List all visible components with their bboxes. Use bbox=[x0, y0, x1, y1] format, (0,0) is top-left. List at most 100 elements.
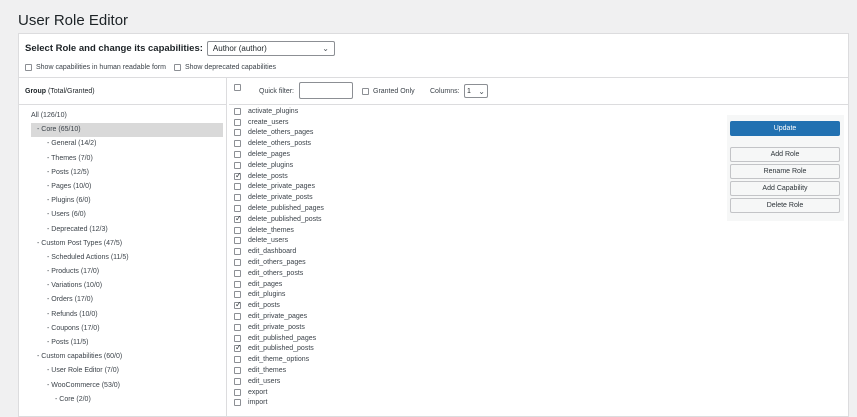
capability-item[interactable]: edit_private_pages bbox=[234, 311, 324, 322]
capability-checkbox[interactable] bbox=[234, 171, 242, 180]
capability-checkbox[interactable] bbox=[234, 356, 241, 364]
capability-item[interactable]: edit_plugins bbox=[234, 290, 324, 301]
quick-filter-input[interactable] bbox=[299, 82, 353, 99]
capability-item[interactable]: delete_pages bbox=[234, 149, 324, 160]
capability-checkbox[interactable] bbox=[234, 205, 241, 213]
chevron-down-icon: ⌄ bbox=[478, 86, 485, 96]
group-item[interactable]: - Core (2/0) bbox=[19, 393, 226, 407]
group-item[interactable]: - Coupons (17/0) bbox=[19, 322, 226, 336]
group-item[interactable]: - Pages (10/0) bbox=[19, 180, 226, 194]
group-item[interactable]: - Posts (11/5) bbox=[19, 336, 226, 350]
capability-checkbox[interactable] bbox=[234, 161, 241, 169]
capability-label: edit_private_posts bbox=[248, 323, 305, 331]
group-item[interactable]: All (126/10) bbox=[19, 109, 226, 123]
group-item[interactable]: - Plugins (6/0) bbox=[19, 194, 226, 208]
capability-checkbox[interactable] bbox=[234, 388, 241, 396]
group-item[interactable]: - Variations (10/0) bbox=[19, 279, 226, 293]
capability-checkbox[interactable] bbox=[234, 291, 241, 299]
granted-only-checkbox[interactable] bbox=[362, 88, 369, 95]
group-item[interactable]: - Scheduled Actions (11/5) bbox=[19, 251, 226, 265]
capability-checkbox[interactable] bbox=[234, 377, 241, 385]
quick-filter-label: Quick filter: bbox=[259, 88, 295, 95]
capability-item[interactable]: edit_theme_options bbox=[234, 354, 324, 365]
capability-checkbox[interactable] bbox=[234, 194, 241, 202]
capability-item[interactable]: delete_plugins bbox=[234, 160, 324, 171]
capabilities-toolbar: Quick filter: Granted Only Columns: 1 ⌄ bbox=[229, 78, 848, 104]
group-item[interactable]: - General (14/2) bbox=[19, 137, 226, 151]
group-item[interactable]: - Themes (7/0) bbox=[19, 152, 226, 166]
group-item[interactable]: - Products (17/0) bbox=[19, 265, 226, 279]
add-role-button[interactable]: Add Role bbox=[730, 147, 840, 162]
group-item[interactable]: - Custom capabilities (60/0) bbox=[19, 350, 226, 364]
divider bbox=[19, 104, 226, 105]
capability-checkbox[interactable] bbox=[234, 313, 241, 321]
group-item[interactable]: - Deprecated (12/3) bbox=[19, 223, 226, 237]
select-all-checkbox[interactable] bbox=[234, 84, 241, 91]
group-item[interactable]: - WooCommerce (53/0) bbox=[19, 379, 226, 393]
role-select[interactable]: Author (author) ⌄ bbox=[206, 40, 335, 56]
capability-item[interactable]: edit_pages bbox=[234, 279, 324, 290]
rename-role-button[interactable]: Rename Role bbox=[730, 164, 840, 179]
capability-item[interactable]: delete_published_posts bbox=[234, 214, 324, 225]
capability-checkbox[interactable] bbox=[234, 107, 241, 115]
capability-checkbox[interactable] bbox=[234, 259, 241, 267]
capability-checkbox[interactable] bbox=[234, 323, 241, 331]
capability-checkbox[interactable] bbox=[234, 399, 241, 407]
human-readable-option[interactable]: Show capabilities in human readable form bbox=[25, 63, 166, 71]
capability-checkbox[interactable] bbox=[234, 280, 241, 288]
capability-item[interactable]: delete_others_posts bbox=[234, 138, 324, 149]
capability-item[interactable]: edit_users bbox=[234, 376, 324, 387]
capability-item[interactable]: export bbox=[234, 387, 324, 398]
capability-item[interactable]: delete_others_pages bbox=[234, 128, 324, 139]
deprecated-checkbox[interactable] bbox=[173, 63, 181, 71]
capability-item[interactable]: edit_private_posts bbox=[234, 322, 324, 333]
capability-checkbox[interactable] bbox=[234, 300, 242, 310]
capability-checkbox[interactable] bbox=[234, 183, 241, 191]
capability-item[interactable]: activate_plugins bbox=[234, 106, 324, 117]
delete-role-button[interactable]: Delete Role bbox=[730, 198, 840, 213]
capability-item[interactable]: delete_users bbox=[234, 236, 324, 247]
capability-checkbox[interactable] bbox=[234, 129, 241, 137]
capability-item[interactable]: edit_published_pages bbox=[234, 333, 324, 344]
capability-label: delete_published_posts bbox=[248, 215, 322, 223]
capability-item[interactable]: delete_private_pages bbox=[234, 182, 324, 193]
granted-only-option[interactable]: Granted Only bbox=[362, 88, 415, 95]
capability-checkbox[interactable] bbox=[234, 334, 241, 342]
capability-item[interactable]: edit_others_pages bbox=[234, 257, 324, 268]
add-capability-button[interactable]: Add Capability bbox=[730, 181, 840, 196]
capability-item[interactable]: create_users bbox=[234, 117, 324, 128]
group-item[interactable]: - Core (65/10) bbox=[31, 123, 223, 138]
capability-item[interactable]: edit_themes bbox=[234, 365, 324, 376]
human-readable-checkbox[interactable] bbox=[25, 63, 32, 71]
capability-item[interactable]: edit_posts bbox=[234, 300, 324, 311]
group-item[interactable]: - Refunds (10/0) bbox=[19, 308, 226, 322]
capability-checkbox[interactable] bbox=[234, 343, 242, 353]
capability-checkbox[interactable] bbox=[234, 214, 242, 223]
capability-item[interactable]: edit_dashboard bbox=[234, 246, 324, 257]
capability-checkbox[interactable] bbox=[234, 226, 241, 234]
capability-item[interactable]: import bbox=[234, 398, 324, 409]
capability-item[interactable]: delete_posts bbox=[234, 171, 324, 182]
columns-select[interactable]: 1 ⌄ bbox=[464, 84, 488, 98]
capability-checkbox[interactable] bbox=[234, 237, 241, 245]
update-button[interactable]: Update bbox=[730, 121, 840, 136]
group-item[interactable]: - Posts (12/5) bbox=[19, 166, 226, 180]
group-item[interactable]: - Users (6/0) bbox=[19, 208, 226, 222]
capability-item[interactable]: edit_published_posts bbox=[234, 343, 324, 355]
capability-label: delete_others_posts bbox=[248, 140, 312, 148]
deprecated-label: Show deprecated capabilities bbox=[184, 63, 277, 71]
capability-checkbox[interactable] bbox=[234, 118, 241, 126]
capability-item[interactable]: edit_others_posts bbox=[234, 268, 324, 279]
capability-item[interactable]: delete_private_posts bbox=[234, 192, 324, 203]
group-item[interactable]: - Orders (17/0) bbox=[19, 293, 226, 307]
capability-item[interactable]: delete_themes bbox=[234, 225, 324, 236]
capability-item[interactable]: delete_published_pages bbox=[234, 203, 324, 214]
capability-checkbox[interactable] bbox=[234, 151, 241, 159]
capability-checkbox[interactable] bbox=[234, 269, 241, 277]
capability-checkbox[interactable] bbox=[234, 367, 241, 375]
group-item[interactable]: - Custom Post Types (47/5) bbox=[19, 237, 226, 251]
group-item[interactable]: - User Role Editor (7/0) bbox=[19, 364, 226, 378]
capability-checkbox[interactable] bbox=[234, 248, 241, 256]
deprecated-option[interactable]: Show deprecated capabilities bbox=[173, 63, 277, 71]
capability-checkbox[interactable] bbox=[234, 140, 241, 148]
